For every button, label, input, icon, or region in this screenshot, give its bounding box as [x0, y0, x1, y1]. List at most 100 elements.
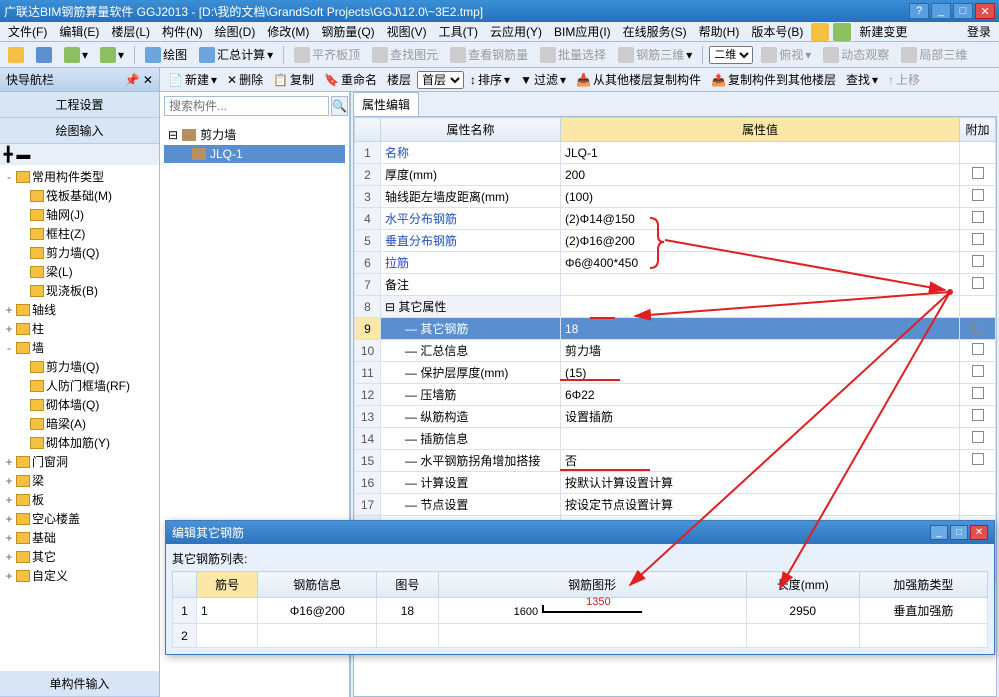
prop-row[interactable]: 14— 插筋信息 — [355, 428, 996, 450]
tree-node[interactable]: 剪力墙(Q) — [2, 243, 157, 262]
dialog-header[interactable]: 加强筋类型 — [859, 572, 987, 598]
floor-select[interactable]: 首层 — [417, 71, 464, 89]
dialog-min-button[interactable]: _ — [930, 525, 948, 540]
close-button[interactable]: ✕ — [975, 3, 995, 19]
tb-copy-from[interactable]: 📥从其他楼层复制构件 — [572, 70, 705, 89]
prop-tab[interactable]: 属性编辑 — [353, 92, 419, 116]
tree-node[interactable]: -墙 — [2, 338, 157, 357]
menu-item[interactable]: 工具(T) — [433, 21, 484, 42]
tree-node[interactable]: 框柱(Z) — [2, 224, 157, 243]
prop-row[interactable]: 8⊟ 其它属性 — [355, 296, 996, 318]
tb-save[interactable] — [32, 45, 56, 65]
dialog-header[interactable]: 筋号 — [197, 572, 258, 598]
search-input[interactable] — [164, 96, 329, 116]
prop-row[interactable]: 6拉筋Φ6@400*450 — [355, 252, 996, 274]
dialog-header[interactable]: 钢筋信息 — [258, 572, 377, 598]
tb-up[interactable]: ↑上移 — [884, 70, 924, 89]
prop-header[interactable]: 属性名称 — [381, 118, 561, 142]
tb-orbit[interactable]: 动态观察 — [819, 44, 893, 65]
dialog-max-button[interactable]: □ — [950, 525, 968, 540]
tb-3d[interactable]: 钢筋三维▾ — [614, 44, 696, 65]
menu-item[interactable]: 绘图(D) — [209, 21, 262, 42]
menu-item[interactable]: 在线服务(S) — [617, 21, 693, 42]
tree-node[interactable]: +基础 — [2, 528, 157, 547]
dialog-header[interactable] — [173, 572, 197, 598]
tb-rename[interactable]: 🔖重命名 — [320, 70, 381, 89]
menu-item[interactable]: BIM应用(I) — [548, 21, 617, 42]
acc-project[interactable]: 工程设置 — [0, 92, 159, 118]
pin-icon[interactable]: 📌 ✕ — [125, 73, 153, 87]
tree-node[interactable]: 现浇板(B) — [2, 281, 157, 300]
tb-local3d[interactable]: 局部三维 — [897, 44, 971, 65]
tb-draw[interactable]: 绘图 — [141, 44, 191, 65]
tb-batch[interactable]: 批量选择 — [536, 44, 610, 65]
tree-node[interactable]: +板 — [2, 490, 157, 509]
view-mode-select[interactable]: 二维 — [709, 46, 753, 64]
prop-row[interactable]: 2厚度(mm)200 — [355, 164, 996, 186]
tb-copy[interactable]: 📋复制 — [269, 70, 318, 89]
symbol-row[interactable]: ╋ ▬ — [0, 144, 159, 165]
tb-open[interactable] — [4, 45, 28, 65]
prop-row[interactable]: 11— 保护层厚度(mm)(15) — [355, 362, 996, 384]
prop-row[interactable]: 1名称JLQ-1 — [355, 142, 996, 164]
tree-node[interactable]: 筏板基础(M) — [2, 186, 157, 205]
menu-item[interactable]: 编辑(E) — [53, 21, 105, 42]
tree-node[interactable]: -常用构件类型 — [2, 167, 157, 186]
tb-new[interactable]: 📄新建▾ — [164, 70, 221, 89]
minimize-button[interactable]: _ — [931, 3, 951, 19]
tree-node[interactable]: 梁(L) — [2, 262, 157, 281]
tree-node[interactable]: +柱 — [2, 319, 157, 338]
menu-item[interactable]: 文件(F) — [2, 21, 53, 42]
tree-node[interactable]: +其它 — [2, 547, 157, 566]
tree-node[interactable]: 暗梁(A) — [2, 414, 157, 433]
menu-item[interactable]: 视图(V) — [381, 21, 433, 42]
dialog-row[interactable]: 2 — [173, 624, 988, 648]
tree-node[interactable]: 剪力墙(Q) — [2, 357, 157, 376]
dialog-close-button[interactable]: ✕ — [970, 525, 988, 540]
prop-header[interactable] — [355, 118, 381, 142]
acc-single[interactable]: 单构件输入 — [0, 671, 159, 697]
tree-node[interactable]: +空心楼盖 — [2, 509, 157, 528]
user-icon[interactable] — [811, 23, 829, 41]
prop-header[interactable]: 附加 — [960, 118, 996, 142]
prop-row[interactable]: 7备注 — [355, 274, 996, 296]
tree-node[interactable]: +梁 — [2, 471, 157, 490]
prop-row[interactable]: 3轴线距左墙皮距离(mm)(100) — [355, 186, 996, 208]
menu-item[interactable]: 构件(N) — [156, 21, 209, 42]
dialog-header[interactable]: 钢筋图形 — [438, 572, 746, 598]
prop-row[interactable]: 13— 纵筋构造设置插筋 — [355, 406, 996, 428]
tb-sum[interactable]: 汇总计算▾ — [195, 44, 277, 65]
tb-view-rebar[interactable]: 查看钢筋量 — [446, 44, 532, 65]
prop-row[interactable]: 16— 计算设置按默认计算设置计算 — [355, 472, 996, 494]
tb-redo[interactable]: ▾ — [96, 45, 128, 65]
menu-new-change[interactable]: 新建变更 — [853, 21, 913, 42]
tb-find[interactable]: 查找图元 — [368, 44, 442, 65]
tb-filter[interactable]: ▼过滤▾ — [516, 70, 570, 89]
prop-row[interactable]: 17— 节点设置按设定节点设置计算 — [355, 494, 996, 516]
prop-row[interactable]: 4水平分布钢筋(2)Φ14@150 — [355, 208, 996, 230]
tb-align[interactable]: 平齐板顶 — [290, 44, 364, 65]
tree-node[interactable]: 砌体加筋(Y) — [2, 433, 157, 452]
help-button[interactable]: ? — [909, 3, 929, 19]
tb-sort[interactable]: ↕排序▾ — [466, 70, 514, 89]
menu-item[interactable]: 帮助(H) — [693, 21, 746, 42]
menu-item[interactable]: 钢筋量(Q) — [315, 21, 380, 42]
tree-node[interactable]: 轴网(J) — [2, 205, 157, 224]
prop-row[interactable]: 9— 其它钢筋18 — [355, 318, 996, 340]
prop-header[interactable]: 属性值 — [561, 118, 960, 142]
acc-draw[interactable]: 绘图输入 — [0, 118, 159, 144]
tb-search[interactable]: 查找▾ — [842, 70, 882, 89]
prop-row[interactable]: 5垂直分布钢筋(2)Φ16@200 — [355, 230, 996, 252]
doc-icon[interactable] — [833, 23, 851, 41]
dialog-header[interactable]: 图号 — [377, 572, 438, 598]
prop-row[interactable]: 15— 水平钢筋拐角增加搭接否 — [355, 450, 996, 472]
maximize-button[interactable]: □ — [953, 3, 973, 19]
menu-item[interactable]: 版本号(B) — [745, 21, 809, 42]
tree-node[interactable]: +轴线 — [2, 300, 157, 319]
prop-row[interactable]: 10— 汇总信息剪力墙 — [355, 340, 996, 362]
menu-item[interactable]: 修改(M) — [261, 21, 315, 42]
tree-node[interactable]: 人防门框墙(RF) — [2, 376, 157, 395]
dialog-header[interactable]: 长度(mm) — [746, 572, 859, 598]
center-tree-node[interactable]: ⊟剪力墙 — [164, 124, 345, 145]
tree-node[interactable]: +自定义 — [2, 566, 157, 585]
